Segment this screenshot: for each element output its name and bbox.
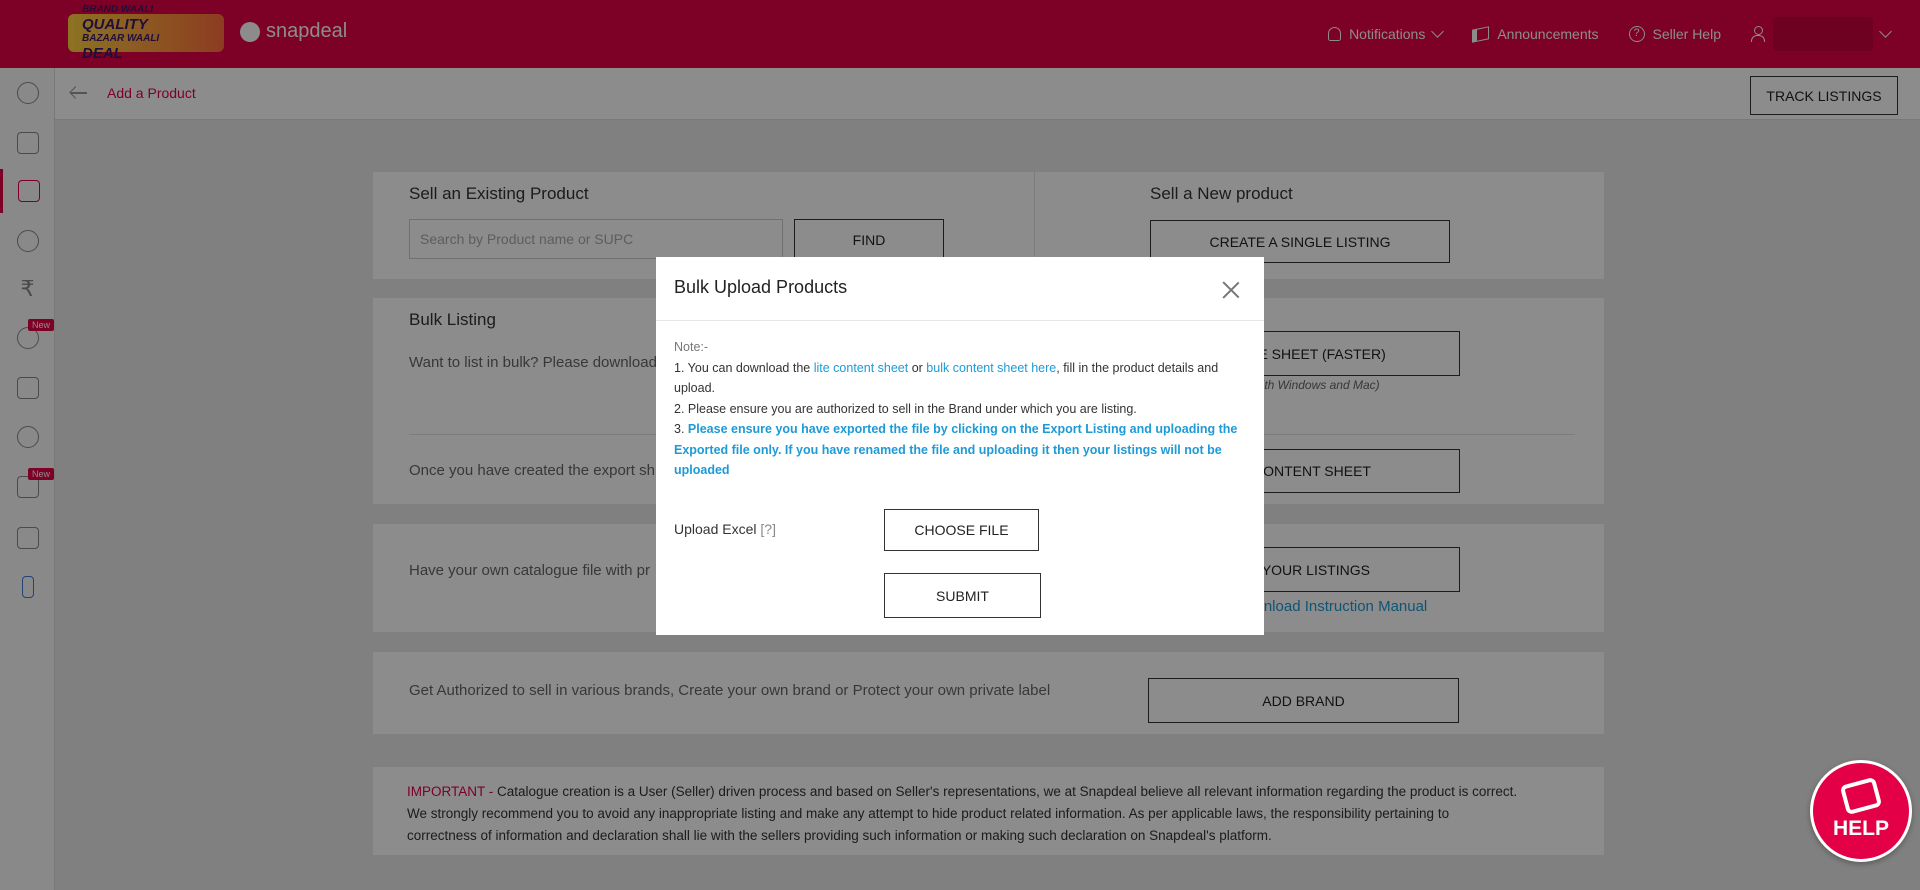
upload-excel-label: Upload Excel [?] [674, 521, 776, 537]
note-text: or [908, 360, 927, 375]
note-heading: Note:- [674, 340, 709, 354]
modal-notes: Note:- 1. You can download the lite cont… [674, 337, 1246, 481]
bulk-upload-modal: Bulk Upload Products Note:- 1. You can d… [656, 257, 1264, 635]
note-1: 1. You can download the lite content she… [674, 358, 1246, 399]
upload-label-text: Upload Excel [674, 521, 757, 537]
close-icon[interactable] [1220, 279, 1242, 301]
choose-file-button[interactable]: CHOOSE FILE [884, 509, 1039, 551]
bulk-content-sheet-link[interactable]: bulk content sheet here [926, 361, 1056, 375]
help-chat-button[interactable]: HELP [1810, 760, 1912, 862]
note-3: 3. Please ensure you have exported the f… [674, 419, 1246, 481]
export-warning: Please ensure you have exported the file… [674, 422, 1238, 477]
upload-help-hint[interactable]: [?] [760, 521, 776, 537]
help-label: HELP [1832, 817, 1889, 840]
submit-button[interactable]: SUBMIT [884, 573, 1041, 618]
snapdeal-bag-icon [1839, 776, 1883, 816]
note-number: 3. [674, 422, 688, 436]
lite-content-sheet-link[interactable]: lite content sheet [814, 361, 909, 375]
modal-divider [656, 320, 1264, 321]
modal-title: Bulk Upload Products [674, 277, 848, 297]
note-2: 2. Please ensure you are authorized to s… [674, 401, 1137, 416]
note-text: 1. You can download the [674, 360, 814, 375]
